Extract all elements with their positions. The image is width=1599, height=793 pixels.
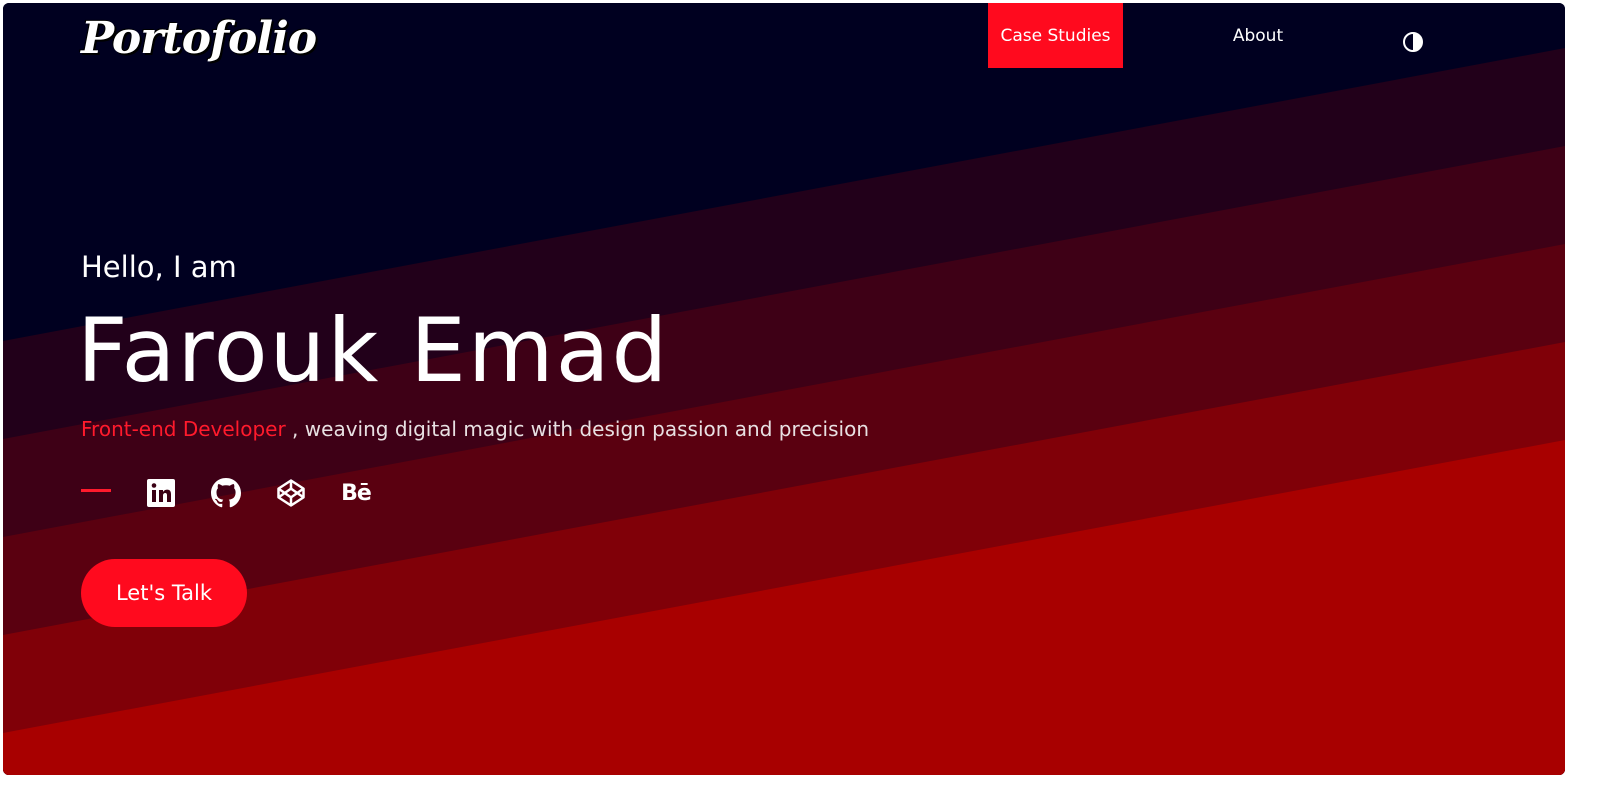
hero-section: Portofolio Case Studies About Hello, I a… [3,3,1565,775]
github-icon [211,478,241,508]
linkedin-link[interactable] [145,477,177,509]
hero-role: Front-end Developer [81,417,286,441]
accent-dash [81,489,111,492]
lets-talk-button[interactable]: Let's Talk [81,559,247,627]
codepen-icon [277,479,305,507]
hero-tagline-text: , weaving digital magic with design pass… [285,417,869,441]
behance-link[interactable]: Bē [340,477,372,509]
site-logo[interactable]: Portofolio [81,13,317,64]
nav-case-studies[interactable]: Case Studies [988,3,1123,68]
hero-tagline: Front-end Developer , weaving digital ma… [81,417,869,441]
linkedin-icon [147,479,175,507]
behance-icon: Bē [341,480,372,506]
half-circle-icon[interactable] [1401,30,1425,54]
hero-name: Farouk Emad [77,299,670,402]
nav-about[interactable]: About [1203,3,1313,68]
hero-greeting: Hello, I am [81,250,237,284]
github-link[interactable] [210,477,242,509]
codepen-link[interactable] [275,477,307,509]
